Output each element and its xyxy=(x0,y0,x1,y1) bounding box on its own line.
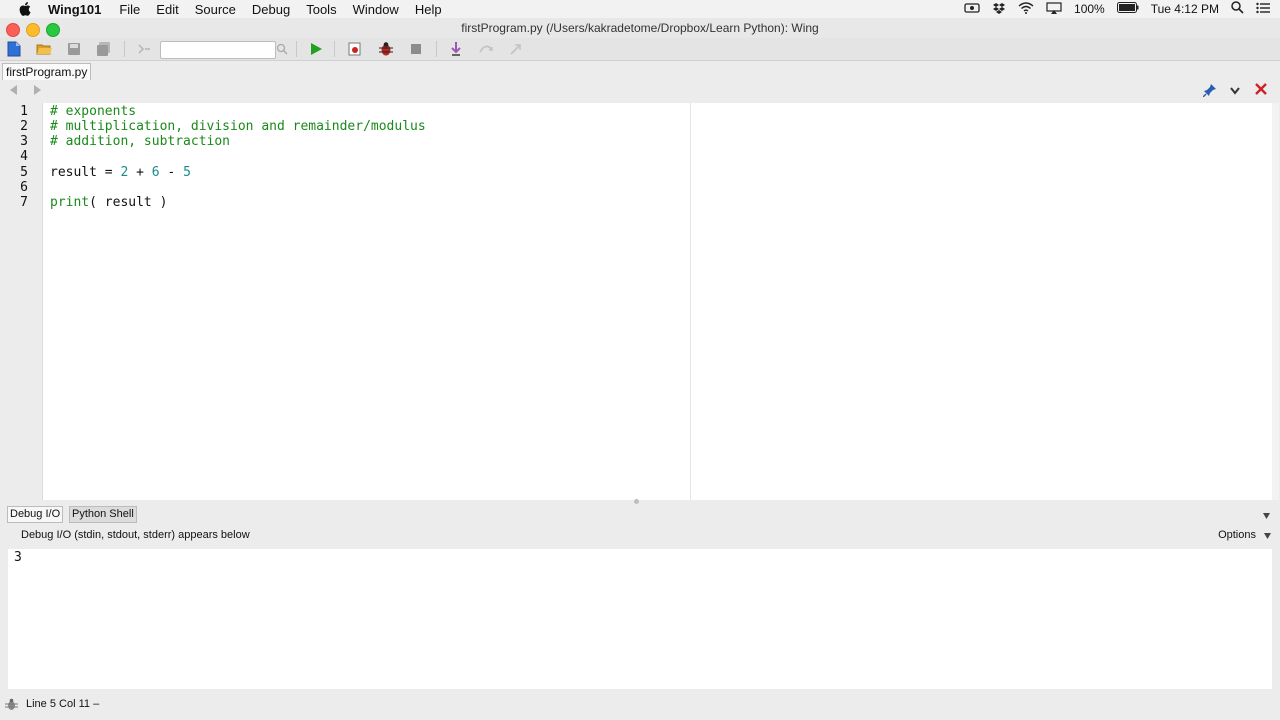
toolbar xyxy=(0,38,1280,61)
toolbar-separator xyxy=(436,41,437,57)
window-title: firstProgram.py (/Users/kakradetome/Drop… xyxy=(461,21,819,35)
panel-splitter-handle[interactable] xyxy=(634,499,639,504)
code-line[interactable]: print( result ) xyxy=(50,195,167,210)
code-token: # multiplication, division and remainder… xyxy=(50,119,426,134)
open-folder-icon[interactable] xyxy=(36,41,52,57)
stop-icon[interactable] xyxy=(408,41,424,57)
step-over-icon[interactable] xyxy=(478,41,494,57)
editor-nav-row xyxy=(0,80,1280,102)
debug-record-icon[interactable] xyxy=(347,41,363,57)
chevron-down-icon[interactable] xyxy=(1229,84,1241,99)
debug-io-description: Debug I/O (stdin, stdout, stderr) appear… xyxy=(21,529,250,541)
app-menu-wing101[interactable]: Wing101 xyxy=(48,2,101,17)
code-line[interactable]: # addition, subtraction xyxy=(50,134,230,149)
line-number-gutter: 1 2 3 4 5 6 7 xyxy=(0,103,43,500)
status-bug-icon[interactable] xyxy=(5,698,18,714)
menu-tools[interactable]: Tools xyxy=(306,2,336,17)
code-token: - xyxy=(159,165,184,180)
line-number: 2 xyxy=(20,119,28,134)
indent-to-match-icon[interactable] xyxy=(136,41,152,57)
airplay-display-icon[interactable] xyxy=(1046,1,1062,17)
line-number: 1 xyxy=(20,104,28,119)
run-play-icon[interactable] xyxy=(308,41,324,57)
code-token: + xyxy=(136,165,144,180)
code-line[interactable]: result = 2 + 6 - 5 xyxy=(50,165,191,180)
back-arrow-icon[interactable] xyxy=(8,84,18,99)
program-output: 3 xyxy=(14,550,22,565)
toolbar-separator xyxy=(124,41,125,57)
line-number: 3 xyxy=(20,134,28,149)
options-menu[interactable]: Options xyxy=(1218,529,1256,541)
forward-arrow-icon[interactable] xyxy=(33,84,43,99)
code-token: print xyxy=(50,195,90,210)
options-dropdown-icon[interactable] xyxy=(1263,531,1272,543)
code-editor[interactable]: 1 2 3 4 5 6 7 # exponents # multiplicatio… xyxy=(0,103,1272,500)
spotlight-search-icon[interactable] xyxy=(1231,1,1244,17)
code-token: result = xyxy=(50,165,121,180)
toolbar-separator xyxy=(296,41,297,57)
menu-debug[interactable]: Debug xyxy=(252,2,290,17)
close-editor-icon[interactable] xyxy=(1255,83,1267,98)
dropbox-icon[interactable] xyxy=(992,2,1006,17)
toolbar-search-input[interactable] xyxy=(160,41,276,59)
menu-help[interactable]: Help xyxy=(415,2,442,17)
code-token: ( result ) xyxy=(89,195,168,210)
line-number: 5 xyxy=(20,165,28,180)
code-line[interactable]: # multiplication, division and remainder… xyxy=(50,119,426,134)
screen-record-icon[interactable] xyxy=(964,2,980,17)
menu-edit[interactable]: Edit xyxy=(156,2,178,17)
code-token: # addition, subtraction xyxy=(50,134,231,149)
macos-menubar: Wing101 File Edit Source Debug Tools Win… xyxy=(0,0,1280,18)
save-all-icon[interactable] xyxy=(96,41,112,57)
tab-firstprogram-py[interactable]: firstProgram.py xyxy=(2,63,92,80)
step-into-icon[interactable] xyxy=(448,41,464,57)
status-bar: Line 5 Col 11 – xyxy=(0,695,1280,715)
debug-io-output[interactable]: 3 xyxy=(8,549,1272,689)
line-number: 4 xyxy=(20,149,28,164)
code-line[interactable]: # exponents xyxy=(50,104,136,119)
editor-tab-strip: firstProgram.py xyxy=(0,61,1280,80)
notification-center-icon[interactable] xyxy=(1256,2,1270,17)
line-number: 6 xyxy=(20,180,28,195)
menu-source[interactable]: Source xyxy=(195,2,236,17)
code-token: # exponents xyxy=(50,104,137,119)
line-number: 7 xyxy=(20,195,28,210)
battery-percent: 100% xyxy=(1074,2,1105,16)
menubar-status-area: 100% Tue 4:12 PM xyxy=(964,0,1270,18)
code-token: 6 xyxy=(151,165,160,180)
menu-window[interactable]: Window xyxy=(353,2,399,17)
pin-icon[interactable] xyxy=(1202,83,1217,100)
panel-menu-triangle-icon[interactable] xyxy=(1262,508,1271,523)
apple-menu-icon[interactable] xyxy=(18,2,32,16)
menu-file[interactable]: File xyxy=(119,2,140,17)
toolbar-separator xyxy=(334,41,335,57)
window-titlebar: firstProgram.py (/Users/kakradetome/Drop… xyxy=(0,18,1280,38)
search-icon[interactable] xyxy=(274,41,290,57)
wifi-icon[interactable] xyxy=(1018,1,1034,17)
tab-debug-io[interactable]: Debug I/O xyxy=(7,506,64,523)
cursor-position: Line 5 Col 11 – xyxy=(26,698,100,710)
tab-python-shell[interactable]: Python Shell xyxy=(69,506,137,523)
editor-scrollbar[interactable] xyxy=(1272,103,1279,500)
battery-icon[interactable] xyxy=(1116,2,1139,16)
code-token: 5 xyxy=(183,165,191,180)
debug-io-header: Debug I/O (stdin, stdout, stderr) appear… xyxy=(0,526,1280,546)
bottom-panel-tabs: Debug I/O Python Shell xyxy=(0,505,1280,523)
debug-bug-icon[interactable] xyxy=(378,41,394,57)
new-file-icon[interactable] xyxy=(6,41,22,57)
edge-column-guide xyxy=(690,103,691,500)
step-out-icon[interactable] xyxy=(508,41,524,57)
clock[interactable]: Tue 4:12 PM xyxy=(1151,2,1219,16)
save-icon[interactable] xyxy=(66,41,82,57)
